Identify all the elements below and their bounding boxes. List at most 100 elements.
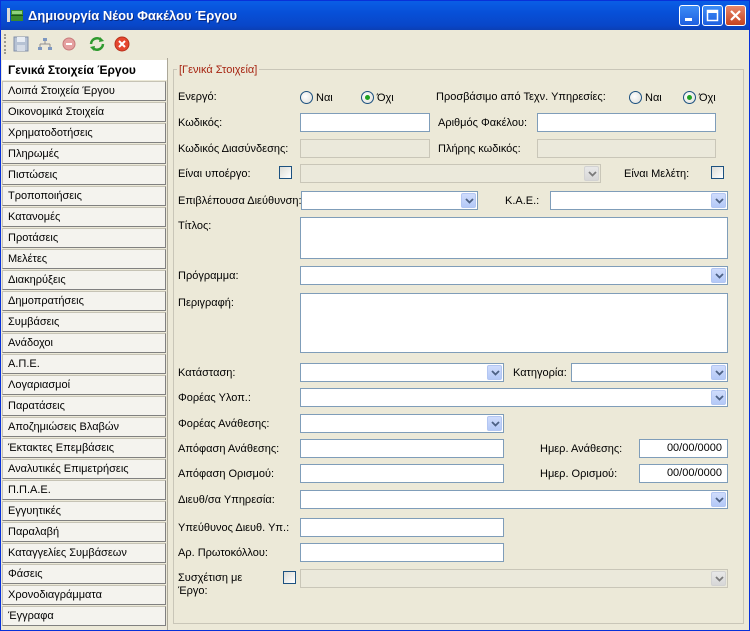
is-study-checkbox[interactable] xyxy=(711,166,724,179)
protocol-label: Αρ. Πρωτοκόλλου: xyxy=(178,547,268,559)
responsible-input[interactable] xyxy=(300,518,504,537)
define-date-label: Ημερ. Ορισμού: xyxy=(540,468,618,480)
assign-decision-input[interactable] xyxy=(300,439,504,458)
assigning-body-select[interactable] xyxy=(300,414,504,433)
implementing-body-dropdown-button[interactable] xyxy=(711,390,726,405)
nav-item-contracts[interactable]: Συμβάσεις xyxy=(2,312,166,332)
accessible-no-label: Όχι xyxy=(699,92,716,104)
chevron-down-icon xyxy=(715,497,724,503)
status-select[interactable] xyxy=(300,363,504,382)
kae-label: Κ.Α.Ε.: xyxy=(505,195,540,207)
cancel-icon xyxy=(114,36,130,52)
title-textarea[interactable] xyxy=(300,217,728,259)
assign-date-input[interactable]: 00/00/0000 xyxy=(639,439,728,458)
nav-item-damage-compensation[interactable]: Αποζημιώσεις Βλαβών xyxy=(2,417,166,437)
program-select[interactable] xyxy=(300,266,728,285)
tree-icon xyxy=(38,38,52,50)
program-label: Πρόγραμμα: xyxy=(178,270,239,282)
accessible-label: Προσβάσιμο από Τεχν. Υπηρεσίες: xyxy=(436,91,606,103)
nav-item-schedules[interactable]: Χρονοδιαγράμματα xyxy=(2,585,166,605)
protocol-input[interactable] xyxy=(300,543,504,562)
save-button[interactable] xyxy=(11,34,31,54)
group-legend: [Γενικά Στοιχεία] xyxy=(177,64,260,76)
kae-select[interactable] xyxy=(550,191,728,210)
nav-item-payments[interactable]: Πληρωμές xyxy=(2,144,166,164)
program-dropdown-button[interactable] xyxy=(711,268,726,283)
nav-item-contractors[interactable]: Ανάδοχοι xyxy=(2,333,166,353)
relation-select[interactable] xyxy=(300,569,728,588)
assigning-body-dropdown-button[interactable] xyxy=(487,416,502,431)
supervising-dropdown-button[interactable] xyxy=(461,193,476,208)
folder-number-input[interactable] xyxy=(537,113,716,132)
nav-item-auctions[interactable]: Δημοπρατήσεις xyxy=(2,291,166,311)
relation-dropdown-button[interactable] xyxy=(711,571,726,586)
chevron-down-icon xyxy=(491,421,500,427)
nav-item-general[interactable]: Γενικά Στοιχεία Έργου xyxy=(2,60,168,80)
link-code-input[interactable] xyxy=(300,139,430,158)
nav-item-detailed-measurements[interactable]: Αναλυτικές Επιμετρήσεις xyxy=(2,459,166,479)
nav-item-other-data[interactable]: Λοιπά Στοιχεία Έργου xyxy=(2,81,166,101)
title-label: Τίτλος: xyxy=(178,220,212,232)
subproject-checkbox[interactable] xyxy=(279,166,292,179)
relation-checkbox[interactable] xyxy=(283,571,296,584)
status-dropdown-button[interactable] xyxy=(487,365,502,380)
code-input[interactable] xyxy=(300,113,430,132)
full-code-label: Πλήρης κωδικός: xyxy=(438,143,521,155)
nav-item-ape[interactable]: Α.Π.Ε. xyxy=(2,354,166,374)
nav-item-funding[interactable]: Χρηματοδοτήσεις xyxy=(2,123,166,143)
directorate-dropdown-button[interactable] xyxy=(711,492,726,507)
nav-item-studies[interactable]: Μελέτες xyxy=(2,249,166,269)
nav-item-credits[interactable]: Πιστώσεις xyxy=(2,165,166,185)
description-textarea[interactable] xyxy=(300,293,728,353)
implementing-body-select[interactable] xyxy=(300,388,728,407)
cancel-button[interactable] xyxy=(112,34,132,54)
nav-item-guarantees[interactable]: Εγγυητικές xyxy=(2,501,166,521)
refresh-button[interactable] xyxy=(87,34,107,54)
nav-item-phases[interactable]: Φάσεις xyxy=(2,564,166,584)
nav-item-contract-terminations[interactable]: Καταγγελίες Συμβάσεων xyxy=(2,543,166,563)
kae-dropdown-button[interactable] xyxy=(711,193,726,208)
subproject-select[interactable] xyxy=(300,164,601,183)
title-bar[interactable]: Δημιουργία Νέου Φακέλου Έργου xyxy=(1,1,749,30)
nav-item-modifications[interactable]: Τροποποιήσεις xyxy=(2,186,166,206)
delete-button[interactable] xyxy=(59,34,79,54)
nav-item-documents[interactable]: Έγγραφα xyxy=(2,606,166,626)
minimize-button[interactable] xyxy=(679,5,700,26)
nav-item-accounts[interactable]: Λογαριασμοί xyxy=(2,375,166,395)
define-decision-input[interactable] xyxy=(300,464,504,483)
supervising-label: Επιβλέπουσα Διεύθυνση: xyxy=(178,195,302,207)
nav-item-financial[interactable]: Οικονομικά Στοιχεία xyxy=(2,102,166,122)
toolbar-grip[interactable] xyxy=(4,34,7,54)
close-button[interactable] xyxy=(725,5,746,26)
assign-decision-label: Απόφαση Ανάθεσης: xyxy=(178,443,280,455)
relation-label-line2: Έργο: xyxy=(178,585,208,597)
assign-date-label: Ημερ. Ανάθεσης: xyxy=(540,443,623,455)
nav-item-emergency-interventions[interactable]: Έκτακτες Επεμβάσεις xyxy=(2,438,166,458)
directorate-select[interactable] xyxy=(300,490,728,509)
nav-item-extensions[interactable]: Παρατάσεις xyxy=(2,396,166,416)
chevron-down-icon xyxy=(715,576,724,582)
nav-item-tenders[interactable]: Διακηρύξεις xyxy=(2,270,166,290)
is-study-label: Είναι Μελέτη: xyxy=(624,168,690,180)
maximize-button[interactable] xyxy=(702,5,723,26)
active-no-radio[interactable] xyxy=(361,91,374,104)
accessible-yes-radio[interactable] xyxy=(629,91,642,104)
supervising-select[interactable] xyxy=(301,191,478,210)
category-select[interactable] xyxy=(571,363,728,382)
subproject-dropdown-button[interactable] xyxy=(584,166,599,181)
save-icon xyxy=(13,36,29,52)
code-label: Κωδικός: xyxy=(178,117,223,129)
active-label: Ενεργό: xyxy=(178,91,217,103)
nav-item-proposals[interactable]: Προτάσεις xyxy=(2,228,166,248)
accessible-no-radio[interactable] xyxy=(683,91,696,104)
active-yes-radio[interactable] xyxy=(300,91,313,104)
define-date-input[interactable]: 00/00/0000 xyxy=(639,464,728,483)
toolbar xyxy=(1,30,749,58)
category-dropdown-button[interactable] xyxy=(711,365,726,380)
chevron-down-icon xyxy=(588,171,597,177)
nav-item-ppae[interactable]: Π.Π.Α.Ε. xyxy=(2,480,166,500)
nav-item-acceptance[interactable]: Παραλαβή xyxy=(2,522,166,542)
tree-button[interactable] xyxy=(35,34,55,54)
full-code-input[interactable] xyxy=(537,139,716,158)
nav-item-allocations[interactable]: Κατανομές xyxy=(2,207,166,227)
